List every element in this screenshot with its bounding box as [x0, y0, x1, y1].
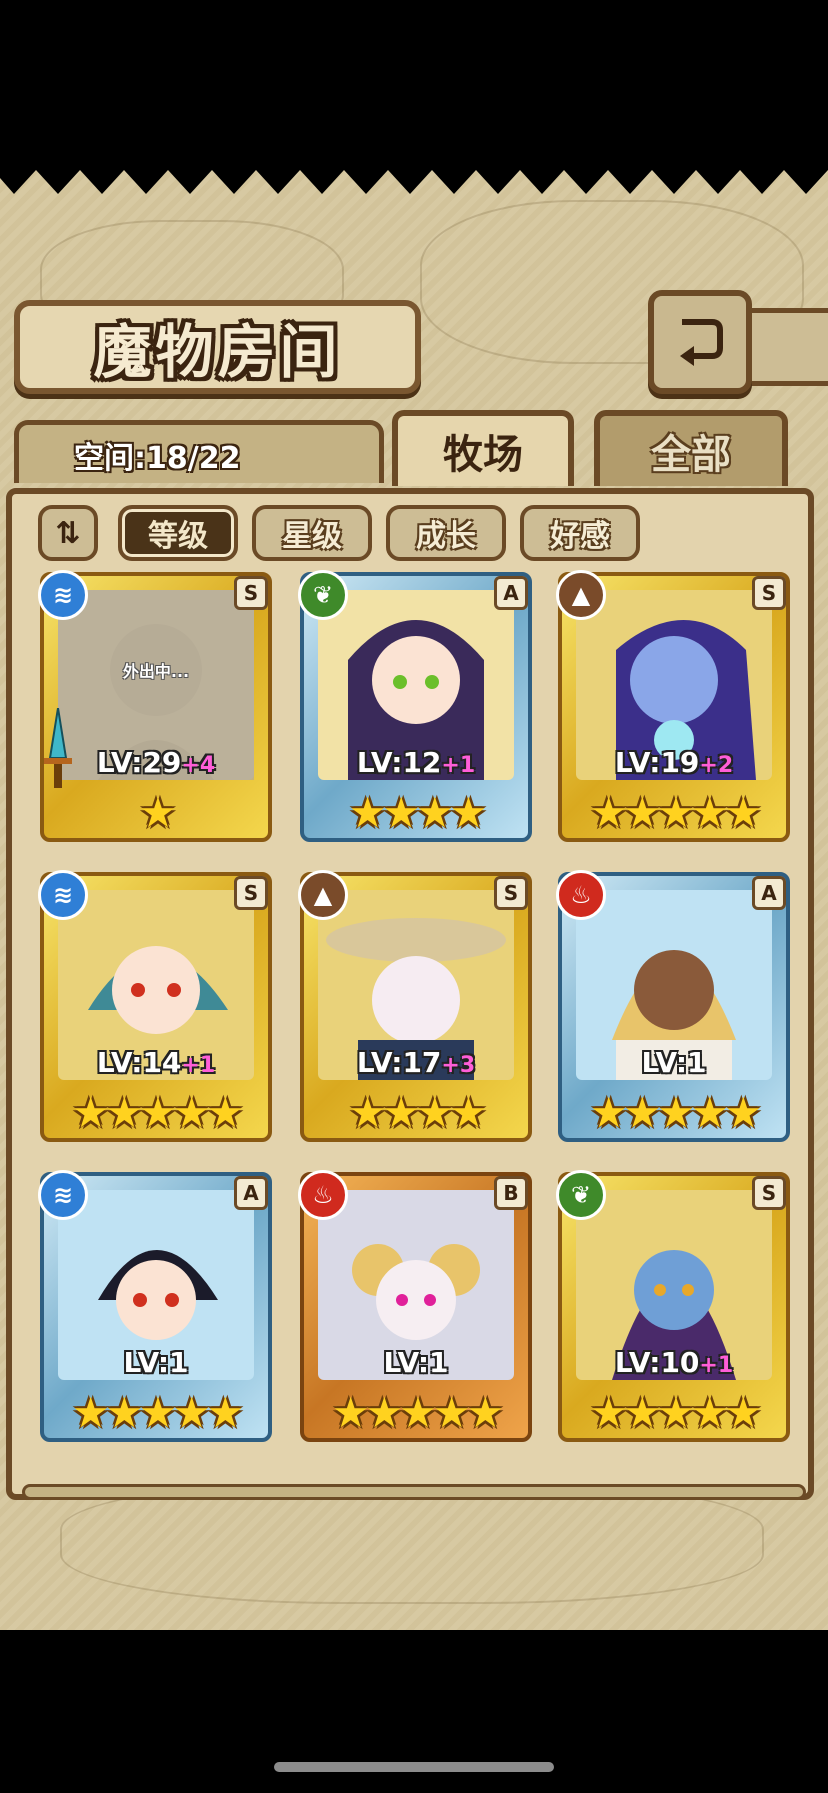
page-title: 魔物房间	[93, 318, 342, 386]
monster-level: LV:10+1	[554, 1346, 794, 1379]
monster-level: LV:29+4	[36, 746, 276, 779]
level-bonus: +4	[181, 753, 216, 778]
monster-card[interactable]: ♨ B LV:1 ★★★★★	[296, 1168, 536, 1446]
sort-filter-bar: ⇅ 等级 星级 成长 好感	[30, 505, 790, 561]
monster-level: LV:14+1	[36, 1046, 276, 1079]
tab-bar: 空间:18/22 牧场 全部	[14, 410, 814, 486]
earth-element-icon: ▲	[556, 570, 606, 620]
top-zigzag-border	[0, 160, 828, 194]
filter-level[interactable]: 等级	[118, 505, 238, 561]
water-element-icon: ≋	[38, 870, 88, 920]
level-value: LV:1	[123, 1346, 189, 1379]
wind-element-icon: ❦	[556, 1170, 606, 1220]
sort-order-toggle[interactable]: ⇅	[38, 505, 98, 561]
list-bottom-rail	[22, 1484, 806, 1500]
monster-card[interactable]: ▲ S LV:17+3 ★★★★	[296, 868, 536, 1146]
away-status: 外出中...	[122, 662, 190, 681]
star-rating: ★★★★	[348, 788, 488, 837]
level-bonus: +1	[441, 753, 476, 778]
fire-element-icon: ♨	[298, 1170, 348, 1220]
star-rating: ★★★★★	[589, 1088, 762, 1137]
monster-level: LV:1	[36, 1346, 276, 1379]
monster-level: LV:1	[554, 1046, 794, 1079]
level-value: LV:17	[356, 1046, 442, 1079]
monster-card[interactable]: ❦ S LV:10+1 ★★★★★	[554, 1168, 794, 1446]
level-value: LV:12	[356, 746, 442, 779]
star-rating: ★	[139, 788, 177, 837]
monster-card[interactable]: ❦ A LV:12+1 ★★★★	[296, 568, 536, 846]
level-bonus: +2	[699, 753, 734, 778]
back-button[interactable]	[648, 290, 752, 394]
rank-badge: S	[494, 876, 528, 910]
level-value: LV:10	[614, 1346, 700, 1379]
level-value: LV:1	[641, 1046, 707, 1079]
level-value: LV:14	[96, 1046, 182, 1079]
monster-level: LV:1	[296, 1346, 536, 1379]
star-rating: ★★★★★	[589, 788, 762, 837]
monster-grid: 外出中... ≋ S LV:29+4 ★ ❦ A LV:12+1 ★★★★ ▲ …	[36, 568, 796, 1456]
star-rating: ★★★★★	[71, 1388, 244, 1437]
monster-card[interactable]: ≋ S LV:14+1 ★★★★★	[36, 868, 276, 1146]
level-value: LV:29	[96, 746, 182, 779]
rank-badge: B	[494, 1176, 528, 1210]
monster-level: LV:12+1	[296, 746, 536, 779]
filter-stars[interactable]: 星级	[252, 505, 372, 561]
star-rating: ★★★★	[348, 1088, 488, 1137]
level-value: LV:19	[614, 746, 700, 779]
fire-element-icon: ♨	[556, 870, 606, 920]
storage-capacity-label: 空间:18/22	[74, 441, 241, 476]
level-bonus: +3	[441, 1053, 476, 1078]
rank-badge: S	[752, 576, 786, 610]
rank-badge: S	[234, 576, 268, 610]
tab-all[interactable]: 全部	[594, 410, 788, 486]
rank-badge: S	[234, 876, 268, 910]
monster-card[interactable]: 外出中... ≋ S LV:29+4 ★	[36, 568, 276, 846]
rank-badge: A	[494, 576, 528, 610]
star-rating: ★★★★★	[589, 1388, 762, 1437]
monster-card[interactable]: ♨ A LV:1 ★★★★★	[554, 868, 794, 1146]
monster-card[interactable]: ≋ A LV:1 ★★★★★	[36, 1168, 276, 1446]
tab-ranch[interactable]: 牧场	[392, 410, 574, 486]
monster-level: LV:19+2	[554, 746, 794, 779]
earth-element-icon: ▲	[298, 870, 348, 920]
filter-affection[interactable]: 好感	[520, 505, 640, 561]
home-indicator[interactable]	[274, 1762, 554, 1772]
rank-badge: A	[234, 1176, 268, 1210]
filter-growth[interactable]: 成长	[386, 505, 506, 561]
sort-order-icon: ⇅	[55, 515, 81, 551]
level-bonus: +1	[181, 1053, 216, 1078]
water-element-icon: ≋	[38, 570, 88, 620]
level-bonus: +1	[699, 1353, 734, 1378]
storage-capacity: 空间:18/22	[14, 420, 384, 483]
rank-badge: A	[752, 876, 786, 910]
water-element-icon: ≋	[38, 1170, 88, 1220]
rank-badge: S	[752, 1176, 786, 1210]
title-plate: 魔物房间	[14, 300, 421, 394]
star-rating: ★★★★★	[331, 1388, 504, 1437]
star-rating: ★★★★★	[71, 1088, 244, 1137]
level-value: LV:1	[383, 1346, 449, 1379]
monster-card[interactable]: ▲ S LV:19+2 ★★★★★	[554, 568, 794, 846]
return-arrow-icon	[680, 319, 723, 366]
monster-level: LV:17+3	[296, 1046, 536, 1079]
wind-element-icon: ❦	[298, 570, 348, 620]
